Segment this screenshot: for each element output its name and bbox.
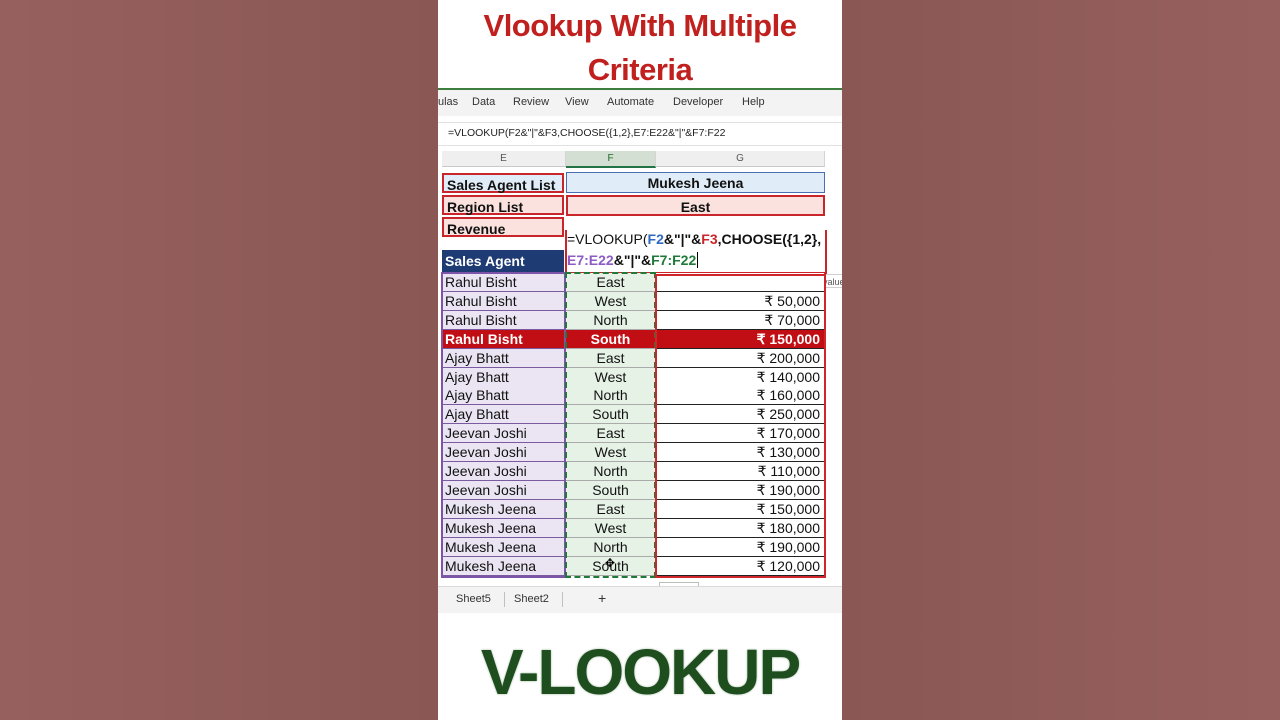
region-cell[interactable]: North	[566, 462, 655, 481]
revenue-formula-cell[interactable]: =VLOOKUP(F2&"|"&F3,CHOOSE({1,2}, E7:E22&…	[565, 230, 827, 274]
agent-name-cell[interactable]: Mukesh Jeena	[442, 556, 565, 576]
formula-bar-text: =VLOOKUP(F2&"|"&F3,CHOOSE({1,2},E7:E22&"…	[448, 127, 726, 139]
tab-divider	[562, 592, 563, 607]
column-header-f[interactable]: F	[566, 151, 656, 168]
mouse-cursor-icon: ✥	[605, 556, 616, 570]
region-cell[interactable]: North	[566, 537, 655, 557]
agent-name-cell[interactable]: Ajay Bhatt	[442, 367, 565, 387]
revenue-cell[interactable]: ₹ 120,000	[656, 556, 824, 576]
agent-name-cell[interactable]: Ajay Bhatt	[442, 348, 565, 368]
formula-bar[interactable]: =VLOOKUP(F2&"|"&F3,CHOOSE({1,2},E7:E22&"…	[438, 122, 842, 146]
table-row: Jeevan Joshi East ₹ 170,000	[438, 424, 842, 444]
add-sheet-icon[interactable]: +	[598, 590, 606, 606]
region-cell[interactable]: North	[566, 310, 655, 330]
revenue-cell[interactable]: ₹ 70,000	[656, 310, 824, 330]
ribbon-menu: ulas Data Review View Automate Developer…	[438, 90, 842, 116]
agent-name-cell[interactable]: Rahul Bisht	[442, 291, 565, 311]
revenue-cell[interactable]	[656, 273, 824, 292]
revenue-cell[interactable]: ₹ 110,000	[656, 462, 824, 481]
agent-name-cell[interactable]: Rahul Bisht	[442, 273, 565, 292]
revenue-cell[interactable]: ₹ 190,000	[656, 537, 824, 557]
revenue-cell[interactable]: ₹ 150,000	[656, 499, 824, 519]
revenue-cell[interactable]: ₹ 200,000	[656, 348, 824, 368]
ribbon-tab-automate[interactable]: Automate	[607, 96, 654, 108]
agent-name-cell[interactable]: Jeevan Joshi	[442, 480, 565, 500]
agent-name-cell[interactable]: Mukesh Jeena	[442, 499, 565, 519]
region-cell[interactable]: East	[566, 273, 655, 292]
region-cell[interactable]: East	[566, 424, 655, 444]
region-cell[interactable]: East	[566, 348, 655, 368]
region-cell[interactable]: South	[566, 480, 655, 500]
table-row: Ajay Bhatt East ₹ 200,000	[438, 348, 842, 368]
agent-name-cell[interactable]: Jeevan Joshi	[442, 462, 565, 481]
region-cell[interactable]: West	[566, 367, 655, 387]
agent-name-cell[interactable]: Jeevan Joshi	[442, 443, 565, 463]
excel-panel: Vlookup With Multiple Criteria ulas Data…	[438, 0, 842, 720]
table-row: Ajay Bhatt South ₹ 250,000	[438, 405, 842, 425]
table-row: Rahul Bisht North ₹ 70,000	[438, 310, 842, 330]
table-row-highlighted: Rahul Bisht South ₹ 150,000	[438, 329, 842, 349]
table-row: Jeevan Joshi West ₹ 130,000	[438, 443, 842, 463]
table-row: Jeevan Joshi South ₹ 190,000	[438, 480, 842, 500]
ribbon-tab-help[interactable]: Help	[742, 96, 765, 108]
revenue-cell[interactable]: ₹ 190,000	[656, 480, 824, 500]
formula-line-1: =VLOOKUP(F2&"|"&F3,CHOOSE({1,2},	[567, 231, 822, 247]
revenue-cell[interactable]: ₹ 50,000	[656, 291, 824, 311]
table-row: Ajay Bhatt North ₹ 160,000	[438, 386, 842, 406]
column-header-g[interactable]: G	[656, 151, 825, 167]
region-cell[interactable]: North	[566, 386, 655, 406]
region-cell[interactable]: East	[566, 499, 655, 519]
revenue-cell[interactable]: ₹ 130,000	[656, 443, 824, 463]
region-list-label: Region List	[442, 195, 564, 215]
sales-agent-value-cell[interactable]: Mukesh Jeena	[566, 172, 825, 193]
revenue-cell[interactable]: ₹ 170,000	[656, 424, 824, 444]
left-backdrop	[0, 0, 438, 720]
tab-divider	[504, 592, 505, 607]
agent-name-cell[interactable]: Jeevan Joshi	[442, 424, 565, 444]
table-row: Mukesh Jeena South ₹ 120,000	[438, 556, 842, 576]
agent-name-cell[interactable]: Ajay Bhatt	[442, 386, 565, 406]
revenue-cell[interactable]: ₹ 140,000	[656, 367, 824, 387]
ribbon-tab-data[interactable]: Data	[472, 96, 495, 108]
table-row: Mukesh Jeena North ₹ 190,000	[438, 537, 842, 557]
table-row: Jeevan Joshi North ₹ 110,000	[438, 462, 842, 481]
revenue-cell[interactable]: ₹ 250,000	[656, 405, 824, 425]
sheet-tab-sheet2[interactable]: Sheet2	[514, 593, 549, 605]
agent-name-cell[interactable]: Rahul Bisht	[442, 329, 565, 349]
ribbon-tab-view[interactable]: View	[565, 96, 589, 108]
region-cell[interactable]: West	[566, 518, 655, 538]
formula-line-2: E7:E22&"|"&F7:F22	[567, 252, 699, 268]
agent-name-cell[interactable]: Mukesh Jeena	[442, 518, 565, 538]
sheet-tab-bar: Sheet5 Sheet2 +	[438, 586, 842, 613]
agent-name-cell[interactable]: Rahul Bisht	[442, 310, 565, 330]
right-backdrop	[842, 0, 1280, 720]
table-row: Mukesh Jeena East ₹ 150,000	[438, 499, 842, 519]
sheet-tab-sheet5[interactable]: Sheet5	[456, 593, 491, 605]
video-title: Vlookup With Multiple Criteria	[483, 8, 797, 87]
ribbon-tab-review[interactable]: Review	[513, 96, 549, 108]
revenue-cell[interactable]: ₹ 150,000	[656, 329, 824, 349]
table-row: Ajay Bhatt West ₹ 140,000	[438, 367, 842, 387]
sales-agent-list-label: Sales Agent List	[442, 173, 564, 193]
revenue-cell[interactable]: ₹ 180,000	[656, 518, 824, 538]
table-row: Rahul Bisht East	[438, 273, 842, 292]
footer-title: V-LOOKUP	[480, 636, 801, 708]
region-cell[interactable]: West	[566, 291, 655, 311]
table-row: Mukesh Jeena West ₹ 180,000	[438, 518, 842, 538]
agent-name-cell[interactable]: Mukesh Jeena	[442, 537, 565, 557]
column-header-e[interactable]: E	[442, 151, 566, 167]
revenue-cell[interactable]: ₹ 160,000	[656, 386, 824, 406]
ribbon-tab-developer[interactable]: Developer	[673, 96, 723, 108]
region-value-cell[interactable]: East	[566, 195, 825, 216]
revenue-label: Revenue	[442, 217, 564, 237]
table-row: Rahul Bisht West ₹ 50,000	[438, 291, 842, 311]
agent-name-cell[interactable]: Ajay Bhatt	[442, 405, 565, 425]
region-cell[interactable]: South	[566, 405, 655, 425]
sales-agent-header: Sales Agent	[442, 250, 564, 272]
ribbon-tab-formulas[interactable]: ulas	[438, 96, 458, 108]
region-cell[interactable]: South	[566, 329, 655, 349]
region-cell[interactable]: West	[566, 443, 655, 463]
